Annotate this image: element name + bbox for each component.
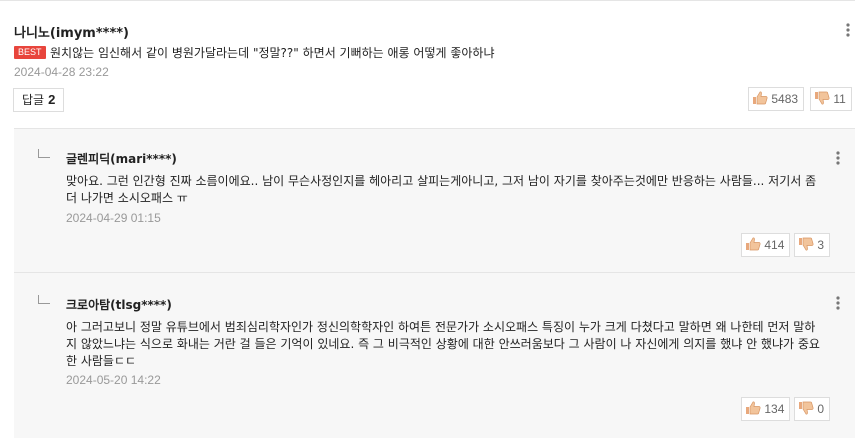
like-count: 134 (764, 402, 785, 416)
comment-author[interactable]: 나니노(imym****) (14, 22, 129, 41)
reply-item: 글렌피딕(mari****) 맞아요. 그런 인간형 진짜 소름이에요.. 남이… (14, 129, 855, 272)
kebab-icon[interactable] (842, 21, 854, 39)
like-button[interactable]: 5483 (748, 87, 805, 111)
thumbs-down-icon (815, 91, 830, 105)
reply-button[interactable]: 답글 2 (13, 88, 65, 112)
kebab-icon[interactable] (832, 149, 844, 167)
reply-body: 아 그러고보니 정말 유튜브에서 범죄심리학자인가 정신의학학자인 하여튼 전문… (66, 320, 820, 368)
reply-timestamp: 2024-04-29 01:15 (66, 211, 161, 225)
comment: 나니노(imym****) BEST 원치않는 임신해서 같이 병원가달라는데 … (0, 1, 855, 128)
thumbs-up-icon (753, 91, 768, 105)
dislike-button[interactable]: 3 (794, 233, 831, 257)
reply-button-label: 답글 (22, 93, 45, 107)
thumbs-down-icon (799, 237, 814, 251)
reply-timestamp: 2024-05-20 14:22 (66, 373, 161, 387)
dislike-count: 3 (817, 238, 825, 252)
kebab-icon[interactable] (832, 294, 844, 312)
reply-author[interactable]: 크로아탐(tlsg****) (66, 296, 172, 313)
comment-body: 원치않는 임신해서 같이 병원가달라는데 "정말??" 하면서 기뻐하는 애롱 … (50, 46, 495, 60)
dislike-count: 0 (817, 402, 825, 416)
reply-list: 글렌피딕(mari****) 맞아요. 그런 인간형 진짜 소름이에요.. 남이… (14, 128, 855, 438)
reply-count: 2 (48, 92, 56, 107)
like-count: 5483 (771, 92, 799, 106)
reply-indent-icon (38, 149, 50, 158)
reply-body: 맞아요. 그런 인간형 진짜 소름이에요.. 남이 무슨사정인지를 헤아리고 살… (66, 174, 817, 205)
like-count: 414 (764, 238, 785, 252)
thumbs-up-icon (746, 237, 761, 251)
reply-indent-icon (38, 295, 50, 304)
best-badge: BEST (14, 46, 46, 59)
comment-timestamp: 2024-04-28 23:22 (14, 65, 109, 79)
dislike-button[interactable]: 0 (794, 397, 831, 421)
reply-author[interactable]: 글렌피딕(mari****) (66, 150, 177, 167)
dislike-count: 11 (833, 92, 846, 106)
like-button[interactable]: 134 (741, 397, 791, 421)
thumbs-up-icon (746, 401, 761, 415)
reply-item: 크로아탐(tlsg****) 아 그러고보니 정말 유튜브에서 범죄심리학자인가… (14, 273, 855, 438)
dislike-button[interactable]: 11 (810, 87, 852, 111)
thumbs-down-icon (799, 401, 814, 415)
like-button[interactable]: 414 (741, 233, 791, 257)
